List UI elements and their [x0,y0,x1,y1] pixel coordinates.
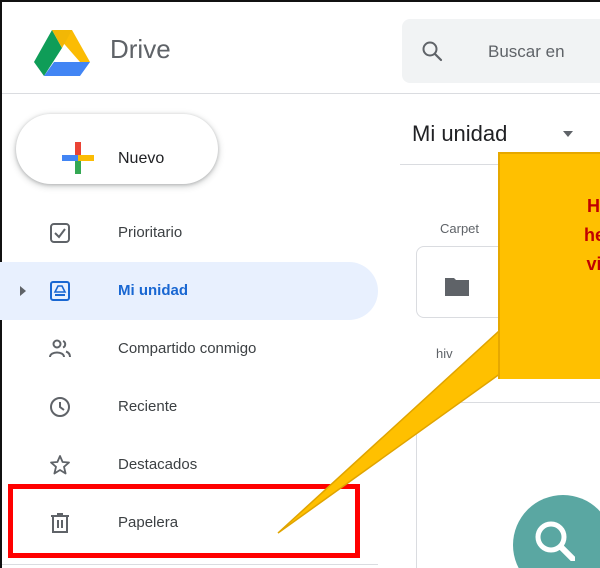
app-brand: Drive [110,34,171,64]
sidebar-divider [2,564,378,565]
search-bar[interactable]: Buscar en [402,19,600,83]
app-header: Drive Buscar en [2,2,600,94]
files-section-label: hiv [436,346,453,361]
check-square-icon [50,223,70,243]
callout-text: Hacer herran visual co [500,154,600,308]
callout-line: visual [586,254,600,274]
trash-highlight-box [8,484,360,558]
clock-icon [50,397,70,417]
file-card[interactable] [416,402,600,568]
sidebar-item-priority[interactable]: Prioritario [0,204,378,262]
file-thumbnail [513,495,600,568]
new-button[interactable]: Nuevo [16,114,218,184]
folders-section-label: Carpet [440,221,480,236]
sidebar-item-shared[interactable]: Compartido conmigo [0,320,378,378]
callout-line: co [500,279,600,308]
callout-line: Hacer [586,196,600,216]
page-title[interactable]: Mi unidad [412,121,507,147]
expand-arrow-icon[interactable] [20,286,26,296]
callout-box: Hacer herran visual co [498,152,600,379]
plus-icon [62,142,94,174]
sidebar-item-label: Prioritario [118,224,183,241]
folder-icon [445,278,469,296]
search-input[interactable]: Buscar en [488,42,565,62]
sidebar-item-label: Compartido conmigo [118,340,257,357]
sidebar-item-my-drive[interactable]: Mi unidad [0,262,378,320]
sidebar-item-label: Mi unidad [118,282,188,299]
new-button-label: Nuevo [118,150,165,167]
magnifier-icon [535,521,575,561]
search-icon[interactable] [420,39,444,63]
people-icon [49,339,71,358]
chevron-down-icon[interactable] [563,131,573,137]
star-icon [50,455,70,475]
callout-line: herran [583,225,600,245]
sidebar-item-recent[interactable]: Reciente [0,378,378,436]
drive-logo-icon[interactable] [34,28,90,76]
my-drive-icon [50,281,70,301]
sidebar-item-label: Destacados [118,456,198,473]
sidebar-item-label: Reciente [118,398,178,415]
